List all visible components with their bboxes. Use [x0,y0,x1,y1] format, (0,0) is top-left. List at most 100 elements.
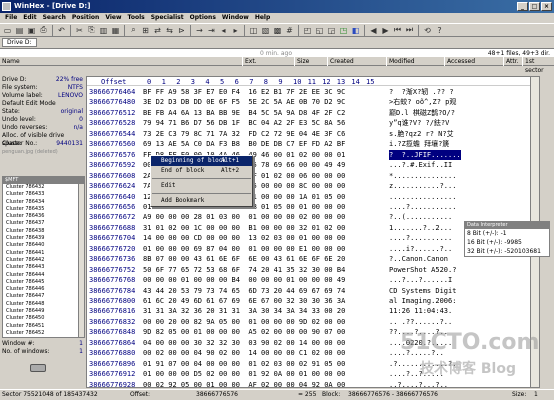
open-folder-icon[interactable]: ▤ [14,25,25,36]
first-sector-icon[interactable]: ⏮ [392,25,403,36]
hex-row[interactable]: 38666776816 31 31 3A 32 36 20 31 31 3A 30… [87,306,539,317]
menu-search[interactable]: Search [40,13,69,23]
col-first-sector[interactable]: 1st sector [522,57,554,74]
hex-row[interactable]: 38666776544 73 2E C3 79 8C 71 7A 32 FD C2… [87,129,539,140]
hex-col-header: 13 [336,78,346,86]
cluster-item[interactable]: Cluster 786438 [3,228,84,235]
copy-icon[interactable]: ⎘ [86,25,97,36]
menu-item-edit[interactable]: Edit [151,181,252,191]
minimize-button[interactable]: _ [517,2,528,11]
menu-item-add-bookmark[interactable]: Add Bookmark [151,196,252,206]
paste-special-icon[interactable]: ▦ [110,25,121,36]
cluster-item[interactable]: Cluster 786447 [3,293,84,300]
menu-edit[interactable]: Edit [20,13,39,23]
find-next-icon[interactable]: ⊳ [176,25,187,36]
next-sector-icon[interactable]: ▶ [380,25,391,36]
tab-drive-d[interactable]: Drive D: [2,38,37,47]
menu-options[interactable]: Options [187,13,219,23]
cluster-item[interactable]: Cluster 786439 [3,235,84,242]
col-size[interactable]: Size [294,57,309,66]
col-modified[interactable]: Modified [386,57,415,66]
hex-row[interactable]: 38666776528 79 94 71 B6 D7 56 DB 1F BC 04… [87,118,539,129]
menu-file[interactable]: File [2,13,20,23]
cluster-item[interactable]: Cluster 786445 [3,279,84,286]
cluster-item[interactable]: Cluster 786450 [3,315,84,322]
find-hex-icon[interactable]: ⊞ [140,25,151,36]
cluster-item[interactable]: Cluster 786443 [3,264,84,271]
hash-icon[interactable]: # [284,25,295,36]
col-name[interactable]: Name [0,57,20,66]
cluster-item[interactable]: Cluster 786451 [3,323,84,330]
info-row: Undo level: 0 [2,116,83,123]
col-accessed[interactable]: Accessed [444,57,475,66]
sync-icon[interactable]: ⟲ [422,25,433,36]
menu-tools[interactable]: Tools [125,13,148,23]
hex-row[interactable]: 38666776480 3E D2 D3 DB DD 0E 6F F5 5E 2C… [87,97,539,108]
replace-icon[interactable]: ⇄ [152,25,163,36]
find-icon[interactable]: ⌕ [128,25,139,36]
hex-bytes: 69 13 AE 5A C0 DA F3 B8 B0 DE DB C7 EF F… [143,140,346,149]
menu-item-end-of-block[interactable]: End of block Alt+2 [151,166,252,176]
hex-text: >右蛟? oõ^,Z? p观 [389,98,457,107]
maximize-button[interactable]: □ [529,2,540,11]
blue-tool-icon[interactable]: ◧ [350,25,361,36]
hex-row[interactable]: 38666776784 43 44 20 53 79 73 74 65 6D 73… [87,286,539,297]
cluster-item[interactable]: Cluster 786437 [3,220,84,227]
save-icon[interactable]: ▣ [26,25,37,36]
new-file-icon[interactable]: ▭ [2,25,13,36]
prev-sector-icon[interactable]: ◀ [368,25,379,36]
hex-row[interactable]: 38666776800 61 6C 20 49 6D 61 67 69 6E 67… [87,296,539,307]
col-created[interactable]: Created [327,57,354,66]
cluster-item[interactable]: Cluster 786434 [3,199,84,206]
cluster-item[interactable]: Cluster 786432 [3,184,84,191]
cluster-item[interactable]: Cluster 786452 [3,330,84,337]
menu-position[interactable]: Position [69,13,102,23]
window-title: WinHex - [Drive D:] [14,2,91,10]
replace-hex-icon[interactable]: ⇆ [164,25,175,36]
cut-icon[interactable]: ✂ [74,25,85,36]
cluster-item[interactable]: Cluster 786449 [3,308,84,315]
cluster-item[interactable]: Cluster 786436 [3,213,84,220]
print-icon[interactable]: ⎙ [38,25,49,36]
hex-row[interactable]: 38666776560 69 13 AE 5A C0 DA F3 B8 B0 DE… [87,139,539,150]
forward-icon[interactable]: ▸ [230,25,241,36]
cluster-item[interactable]: Cluster 786441 [3,250,84,257]
undo-icon[interactable]: ↶ [56,25,67,36]
help-icon[interactable]: ? [434,25,445,36]
cluster-item[interactable]: Cluster 786446 [3,286,84,293]
cluster-scrollbar[interactable] [78,184,84,337]
menu-window[interactable]: Window [219,13,252,23]
goto-sector-icon[interactable]: ⇥ [206,25,217,36]
menu-item-beginning-of-block[interactable]: Beginning of block Alt+1 [151,156,252,166]
ram-icon[interactable]: ▧ [260,25,271,36]
cluster-item[interactable]: Cluster 786442 [3,257,84,264]
goto-offset-icon[interactable]: → [194,25,205,36]
green-tool-icon[interactable]: ◳ [338,25,349,36]
cluster-item[interactable]: Cluster 786440 [3,242,84,249]
disk-open-icon[interactable]: ◰ [302,25,313,36]
hex-row[interactable]: 38666776464 BF FF A9 58 3F E7 E0 F4 16 E2… [87,87,539,98]
disk-tools-icon[interactable]: ◲ [326,25,337,36]
paste-icon[interactable]: ▥ [98,25,109,36]
hex-row[interactable]: 38666776512 BE FB A4 6A 13 BA BB 9E B4 5C… [87,108,539,119]
menu-view[interactable]: View [102,13,124,23]
cluster-item[interactable]: Cluster 786448 [3,301,84,308]
back-icon[interactable]: ◂ [218,25,229,36]
col-ext[interactable]: Ext. [242,57,257,66]
cluster-item[interactable]: Cluster 786435 [3,206,84,213]
hex-row[interactable]: 38666776768 00 00 00 01 00 00 00 B4 00 00… [87,275,539,286]
cluster-list[interactable]: $MFT Cluster 786432 Cluster 786433 Cluster… [2,176,85,338]
cluster-item[interactable]: Cluster 786433 [3,191,84,198]
disk-icon[interactable]: ◫ [248,25,259,36]
last-sector-icon[interactable]: ⏭ [404,25,415,36]
menu-help[interactable]: Help [252,13,273,23]
menu-specialist[interactable]: Specialist [148,13,187,23]
disk-save-icon[interactable]: ◱ [314,25,325,36]
cluster-item[interactable]: Cluster 786444 [3,272,84,279]
calculator-icon[interactable]: ▩ [272,25,283,36]
col-attr[interactable]: Attr. [503,57,519,66]
directory-info-bar: 0 min. ago 48+1 files, 49+3 dir. [0,48,554,57]
hex-row[interactable]: 38666776832 00 00 20 00 82 9A 05 00 01 00… [87,317,539,328]
close-button[interactable]: × [541,2,552,11]
hex-row[interactable]: 38666776752 50 6F 77 65 72 53 68 6F 74 20… [87,265,539,276]
